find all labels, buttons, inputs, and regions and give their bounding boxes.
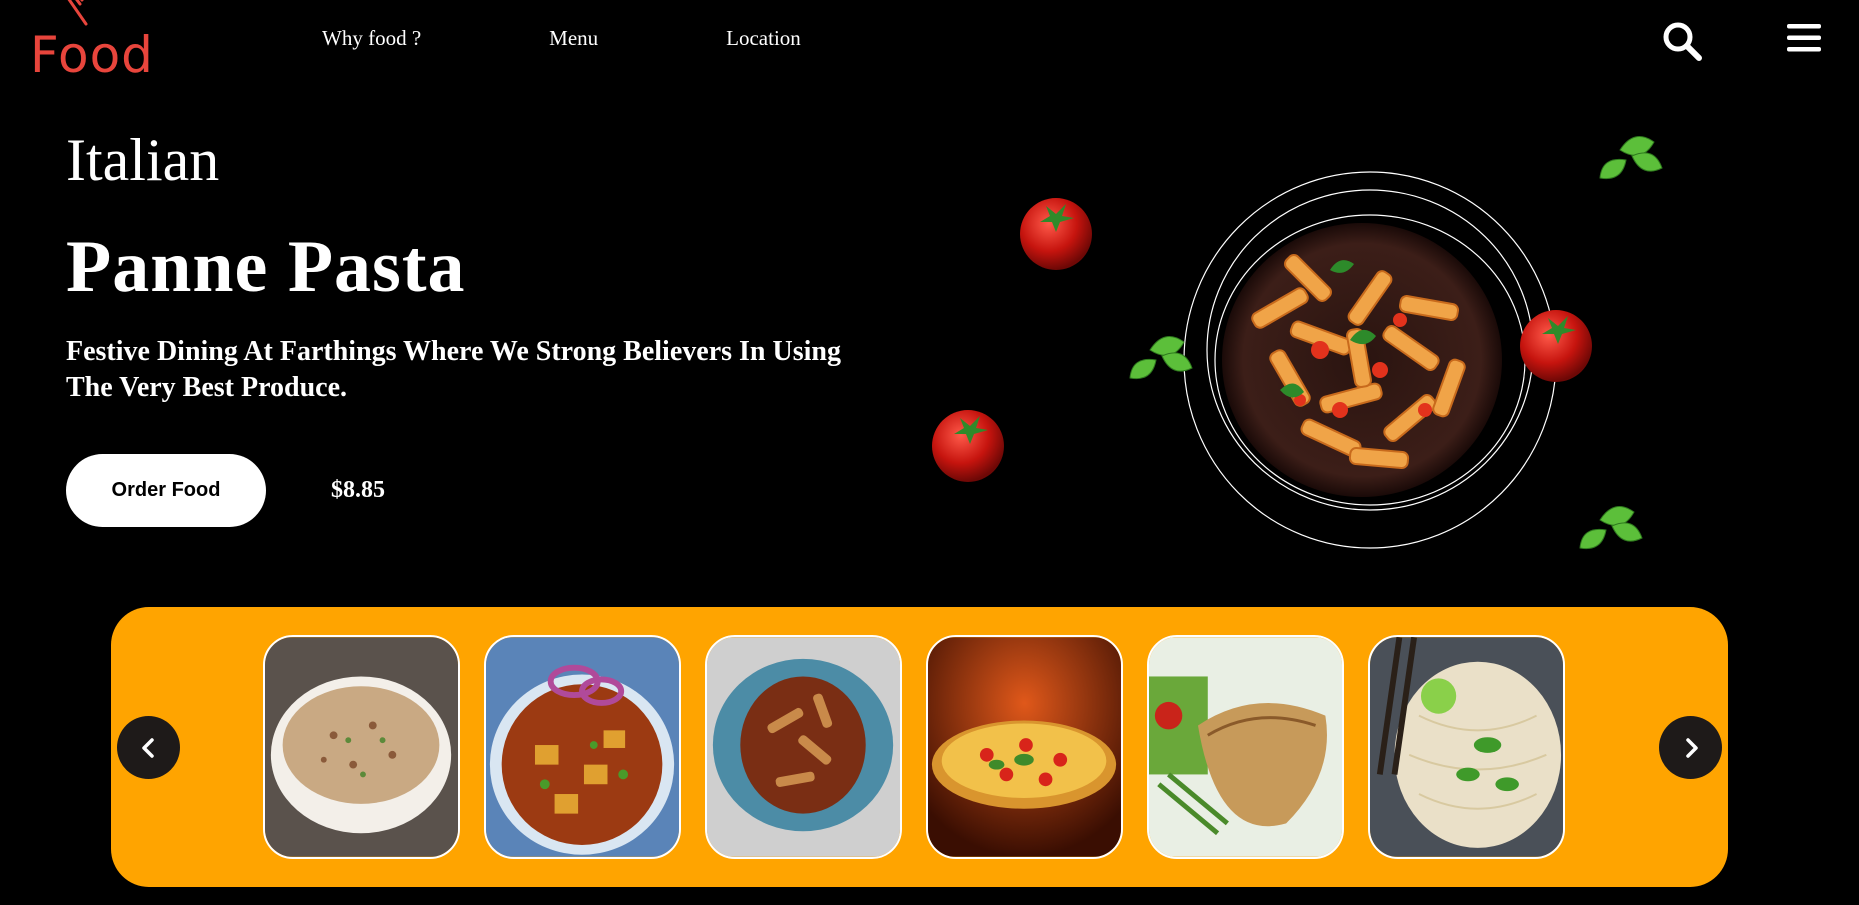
chevron-right-icon [1685,737,1698,758]
pizza-image [928,637,1121,857]
carousel-item-paneer-curry[interactable] [484,635,681,859]
nav-menu[interactable]: Menu [549,26,598,51]
main-nav: Why food ? Menu Location [322,26,801,51]
carousel-item-grilled-chicken[interactable] [1147,635,1344,859]
logo[interactable]: Food [30,0,170,90]
fried-rice-image [265,637,458,857]
food-carousel [111,607,1728,887]
hamburger-menu-icon[interactable] [1786,22,1822,54]
carousel-next-button[interactable] [1659,716,1722,779]
cuisine-label: Italian [66,127,220,193]
nav-why-food[interactable]: Why food ? [322,26,421,51]
carousel-item-penne-bolognese[interactable] [705,635,902,859]
carousel-prev-button[interactable] [117,716,180,779]
order-food-button[interactable]: Order Food [66,454,266,527]
noodle-salad-image [1370,637,1563,857]
nav-location[interactable]: Location [726,26,801,51]
carousel-item-pizza[interactable] [926,635,1123,859]
carousel-item-noodle-salad[interactable] [1368,635,1565,859]
dish-title: Panne Pasta [66,226,466,308]
tagline: Festive Dining At Farthings Where We Str… [66,336,841,403]
paneer-curry-image [486,637,679,857]
tomato-icon [1020,198,1092,270]
pasta-plate-image [932,136,1663,550]
logo-text: Food [30,26,154,84]
chevron-left-icon [141,737,154,758]
grilled-chicken-image [1149,637,1342,857]
search-icon[interactable] [1661,20,1703,62]
carousel-item-fried-rice[interactable] [263,635,460,859]
penne-bolognese-image [707,637,900,857]
price: $8.85 [331,477,385,503]
